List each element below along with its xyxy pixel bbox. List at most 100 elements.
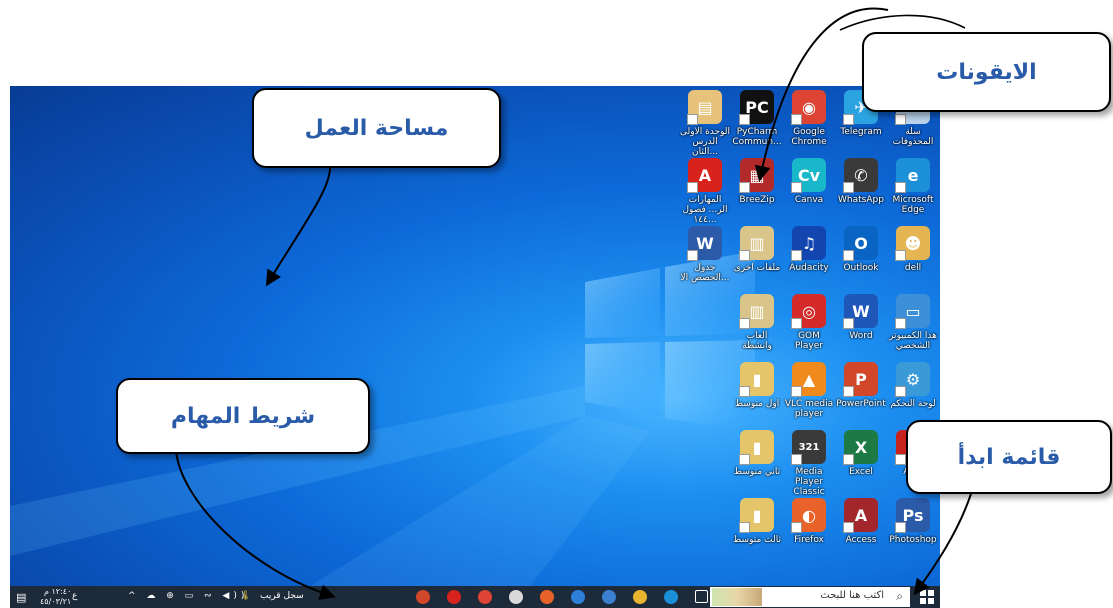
desktop-icon-label: VLC media player [784, 399, 834, 419]
desktop-icon[interactable]: 321 Media Player Classic [784, 430, 834, 497]
desktop-icon-label: Excel [849, 467, 873, 477]
desktop-icon-label: ملفات اخرى [733, 263, 781, 273]
desktop-icon[interactable]: ▤ الوحدة الاولى الدرس الثان... [680, 90, 730, 157]
excel-icon: X [843, 430, 878, 465]
notification-icon[interactable]: ▤ [16, 591, 26, 604]
taskbar: ⌕ اكتب هنا للبحث سجل قريب 🌡 ^ ☁ ⊕ ▭ ∾ ◀)… [10, 586, 940, 608]
chrome-icon: ◉ [791, 90, 826, 125]
desktop-icon-label: Telegram [840, 127, 882, 137]
desktop-icon[interactable]: P PowerPoint [836, 362, 886, 428]
this-pc-icon: ▭ [895, 294, 930, 329]
callout-workspace: مساحة العمل [252, 88, 501, 168]
pycharm-icon: PC [739, 90, 774, 125]
desktop-icon[interactable]: ▮ ثاني متوسط [732, 430, 782, 496]
callout-start-menu-text: قائمة ابدأ [957, 444, 1061, 470]
desktop-icon[interactable]: ✆ WhatsApp [836, 158, 886, 224]
search-highlight-image [712, 588, 762, 606]
language-indicator[interactable]: ع [72, 591, 77, 601]
desktop-icon-label: الوحدة الاولى الدرس الثان... [680, 127, 730, 157]
desktop-icon[interactable]: ☻ dell [888, 226, 938, 292]
search-box[interactable]: ⌕ اكتب هنا للبحث [710, 587, 910, 607]
folder-icon: ▮ [739, 498, 774, 533]
whatsapp-icon: ✆ [843, 158, 878, 193]
access-icon: A [843, 498, 878, 533]
desktop-icon-label: اول متوسط [734, 399, 780, 409]
desktop-icon[interactable]: ◉ Google Chrome [784, 90, 834, 156]
desktop-icon[interactable]: W جدول الحصص الا... [680, 226, 730, 292]
task-view-icon[interactable] [695, 590, 708, 603]
search-icon: ⌕ [896, 589, 903, 603]
desktop-icon[interactable]: ▦ BreeZip [732, 158, 782, 224]
desktop-icon-label: Word [849, 331, 873, 341]
desktop-icon-label: لوحة التحكم [890, 399, 936, 409]
desktop-icon[interactable]: ▭ هذا الكمبيوتر الشخصي [888, 294, 938, 360]
desktop-icon[interactable]: ⚙ لوحة التحكم [888, 362, 938, 428]
desktop-icon-label: سلة المحذوفات [892, 127, 934, 147]
desktop-icon-label: Google Chrome [791, 127, 827, 147]
edge-icon[interactable] [664, 590, 678, 604]
audacity-icon: ♫ [791, 226, 826, 261]
photoshop-icon: Ps [895, 498, 930, 533]
control-panel-icon: ⚙ [895, 362, 930, 397]
system-tray-icons[interactable]: ^ ☁ ⊕ ▭ ∾ ◀)) [128, 591, 248, 601]
desktop-icon-label: ثاني متوسط [733, 467, 781, 477]
desktop-icon[interactable]: A Access [836, 498, 886, 564]
desktop-icon[interactable]: ♫ Audacity [784, 226, 834, 292]
canva-icon: Cv [791, 158, 826, 193]
desktop-icon[interactable]: ◎ GOM Player [784, 294, 834, 360]
desktop-icon[interactable]: ▥ ملفات اخرى [732, 226, 782, 292]
callout-workspace-text: مساحة العمل [304, 115, 449, 141]
desktop-icon-label: Photoshop [889, 535, 937, 545]
desktop-icon-label: Media Player Classic [793, 467, 825, 497]
desktop-icon-label: PowerPoint [836, 399, 886, 409]
word-icon: W [843, 294, 878, 329]
desktop-icon[interactable]: ▥ العاب وانشطة [732, 294, 782, 360]
desktop-icon[interactable]: ▮ اول متوسط [732, 362, 782, 428]
desktop-icon-label: BreeZip [739, 195, 775, 205]
clock-time[interactable]: ١٢:٤٠ م [44, 587, 71, 596]
games-folder-icon: ▥ [739, 294, 774, 329]
weather-text[interactable]: سجل قريب [260, 591, 304, 601]
breezip-icon: ▦ [739, 158, 774, 193]
folder-icon: ▮ [739, 362, 774, 397]
desktop-icon[interactable]: ▲ VLC media player [784, 362, 834, 428]
firefox-icon[interactable] [540, 590, 554, 604]
folder-icon: ▮ [739, 430, 774, 465]
user-folder-icon: ☻ [895, 226, 930, 261]
callout-taskbar: شريط المهام [116, 378, 370, 454]
desktop-icon[interactable]: ▮ ثالث متوسط [732, 498, 782, 564]
store-icon[interactable] [602, 590, 616, 604]
start-button[interactable] [920, 590, 934, 604]
desktop-icon[interactable]: e Microsoft Edge [888, 158, 938, 224]
mail-icon[interactable] [571, 590, 585, 604]
desktop-icon-label: ثالث متوسط [733, 535, 781, 545]
desktop-icon[interactable]: A المهارات الر... فصول ١٤٤... [680, 158, 730, 225]
desktop-icon-label: Microsoft Edge [892, 195, 934, 215]
desktop-icon[interactable]: Ps Photoshop [888, 498, 938, 564]
callout-taskbar-text: شريط المهام [170, 403, 316, 429]
desktop-icon-label: هذا الكمبيوتر الشخصي [889, 331, 937, 351]
desktop-icon[interactable]: Cv Canva [784, 158, 834, 224]
desktop-icon[interactable]: X Excel [836, 430, 886, 496]
desktop-icon-label: Access [845, 535, 877, 545]
vlc-icon: ▲ [791, 362, 826, 397]
gom-player-icon: ◎ [791, 294, 826, 329]
callout-icons: الايقونات [862, 32, 1111, 112]
desktop-icon-label: WhatsApp [838, 195, 884, 205]
desktop-icon[interactable]: O Outlook [836, 226, 886, 292]
media-player-classic-icon: 321 [791, 430, 826, 465]
callout-icons-text: الايقونات [936, 59, 1037, 85]
pdf-icon[interactable] [447, 590, 461, 604]
powerpoint-icon[interactable] [416, 590, 430, 604]
desktop-icon-label: العاب وانشطة [742, 331, 772, 351]
word-doc-icon: W [687, 226, 722, 261]
search-placeholder: اكتب هنا للبحث [820, 590, 884, 601]
clock-date[interactable]: ٤٥/٠٣/٢١ [40, 597, 71, 606]
desktop-icon[interactable]: W Word [836, 294, 886, 360]
chrome-icon[interactable] [478, 590, 492, 604]
paint-icon[interactable] [509, 590, 523, 604]
file-explorer-icon[interactable] [633, 590, 647, 604]
desktop-icon[interactable]: ◐ Firefox [784, 498, 834, 564]
desktop-icon[interactable]: PC PyCharm Commun... [732, 90, 782, 156]
outlook-icon: O [843, 226, 878, 261]
